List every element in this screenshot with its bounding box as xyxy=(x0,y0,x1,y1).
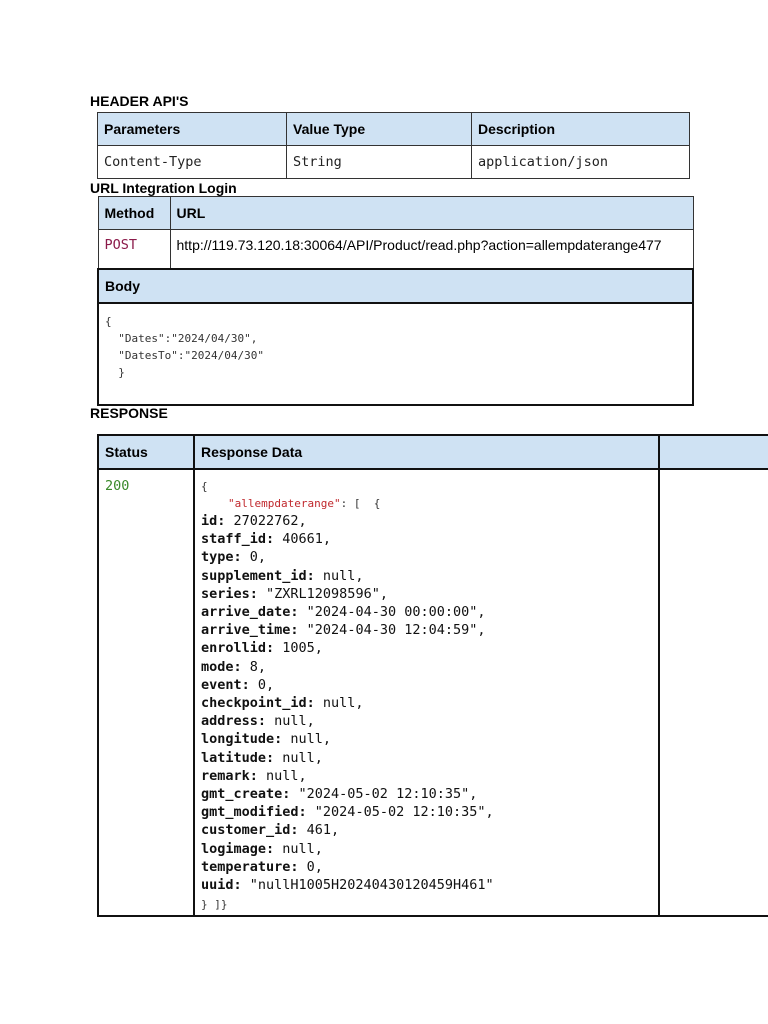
field-value: 0, xyxy=(249,676,275,693)
field-key: gmt_modified: xyxy=(201,804,307,821)
field-key: address: xyxy=(201,713,267,730)
response-field: gmt_create: "2024-05-02 12:10:35", xyxy=(201,785,652,803)
field-value: "ZXRL12098596", xyxy=(257,585,388,602)
field-key: staff_id: xyxy=(201,531,275,548)
response-field: enrollid: 1005, xyxy=(201,639,652,657)
response-field: temperature: 0, xyxy=(201,858,652,876)
field-value: 1005, xyxy=(274,640,323,657)
field-value: null, xyxy=(314,695,364,712)
response-field: address: null, xyxy=(201,712,652,730)
field-value: 40661, xyxy=(274,531,332,548)
response-field: longitude: null, xyxy=(201,730,652,748)
status-cell: 200 xyxy=(97,468,195,917)
field-value: null, xyxy=(314,567,364,584)
field-value: "2024-04-30 12:04:59", xyxy=(298,622,486,639)
open-brace: { xyxy=(201,480,208,493)
field-value: 8, xyxy=(241,658,267,675)
field-value: null, xyxy=(282,731,332,748)
field-value: 27022762, xyxy=(225,513,307,529)
field-key: temperature: xyxy=(201,858,299,875)
col-method: Method xyxy=(97,196,171,230)
close-brace: } ]} xyxy=(201,898,228,912)
response-table: Status Response Data 200 { "allempdateran… xyxy=(97,434,768,917)
response-fields: id: 27022762, staff_id: 40661, type: 0, sup… xyxy=(201,512,652,894)
field-value: 0, xyxy=(241,549,267,566)
field-key: series: xyxy=(201,585,258,602)
field-value: "2024-05-02 12:10:35", xyxy=(290,786,478,803)
field-value: "2024-05-02 12:10:35", xyxy=(306,804,494,821)
response-field: supplement_id: null, xyxy=(201,567,652,585)
array-open: : [ { xyxy=(340,497,381,510)
field-key: customer_id: xyxy=(201,822,299,839)
field-value: 461, xyxy=(298,822,340,839)
response-field: arrive_date: "2024-04-30 00:00:00", xyxy=(201,603,652,621)
body-header: Body xyxy=(97,267,694,304)
field-key: event: xyxy=(201,676,250,693)
field-key: arrive_date: xyxy=(201,604,299,621)
response-field: event: 0, xyxy=(201,676,652,694)
response-title: RESPONSE xyxy=(90,405,168,421)
field-value: "2024-04-30 00:00:00", xyxy=(298,604,486,621)
header-table: Parameters Value Type Description Content-… xyxy=(97,112,690,179)
field-key: uuid: xyxy=(201,877,242,894)
field-value: "nullH1005H20240430120459H461" xyxy=(241,877,494,894)
field-key: supplement_id: xyxy=(201,567,315,584)
col-status: Status xyxy=(97,434,195,470)
response-data-cell: { "allempdaterange": [ { id: 27022762, st… xyxy=(193,468,660,917)
col-url: URL xyxy=(169,196,694,230)
response-field: arrive_time: "2024-04-30 12:04:59", xyxy=(201,621,652,639)
response-field: checkpoint_id: null, xyxy=(201,694,652,712)
url-integration-title: URL Integration Login xyxy=(90,180,237,196)
field-value: null, xyxy=(274,840,323,857)
response-field: gmt_modified: "2024-05-02 12:10:35", xyxy=(201,803,652,821)
body-code: { "Dates":"2024/04/30", "DatesTo":"2024/… xyxy=(97,301,694,406)
response-field: logimage: null, xyxy=(201,840,652,858)
field-key: logimage: xyxy=(201,840,275,857)
method-cell: POST xyxy=(97,229,171,269)
url-table: Method URL POST http://119.73.120.18:30064… xyxy=(97,196,694,406)
field-key: remark: xyxy=(201,767,258,784)
col-empty xyxy=(658,434,768,470)
field-value: null, xyxy=(266,713,315,730)
response-field: staff_id: 40661, xyxy=(201,530,652,548)
desc-cell: application/json xyxy=(471,145,690,179)
field-key: id: xyxy=(201,513,226,529)
field-key: mode: xyxy=(201,658,242,675)
field-key: longitude: xyxy=(201,731,283,748)
type-cell: String xyxy=(286,145,472,179)
response-field: remark: null, xyxy=(201,767,652,785)
field-key: type: xyxy=(201,549,242,566)
col-description: Description xyxy=(471,112,690,146)
field-key: enrollid: xyxy=(201,640,275,657)
field-key: latitude: xyxy=(201,749,275,766)
field-value: 0, xyxy=(298,858,323,875)
url-cell[interactable]: http://119.73.120.18:30064/API/Product/r… xyxy=(169,229,694,269)
response-field: latitude: null, xyxy=(201,749,652,767)
response-field: series: "ZXRL12098596", xyxy=(201,585,652,603)
field-key: arrive_time: xyxy=(201,622,299,639)
response-field: customer_id: 461, xyxy=(201,821,652,839)
field-key: checkpoint_id: xyxy=(201,695,315,712)
response-field: id: 27022762, xyxy=(201,512,652,530)
response-field: uuid: "nullH1005H20240430120459H461" xyxy=(201,876,652,894)
col-value-type: Value Type xyxy=(286,112,472,146)
col-parameters: Parameters xyxy=(97,112,287,146)
header-api-title: HEADER API'S xyxy=(90,93,189,109)
response-field: mode: 8, xyxy=(201,658,652,676)
field-value: null, xyxy=(274,749,323,766)
field-key: gmt_create: xyxy=(201,786,291,803)
array-key: "allempdaterange" xyxy=(228,497,341,510)
empty-cell xyxy=(658,468,768,917)
param-cell: Content-Type xyxy=(97,145,287,179)
field-value: null, xyxy=(257,767,307,784)
col-response-data: Response Data xyxy=(193,434,660,470)
response-field: type: 0, xyxy=(201,548,652,566)
